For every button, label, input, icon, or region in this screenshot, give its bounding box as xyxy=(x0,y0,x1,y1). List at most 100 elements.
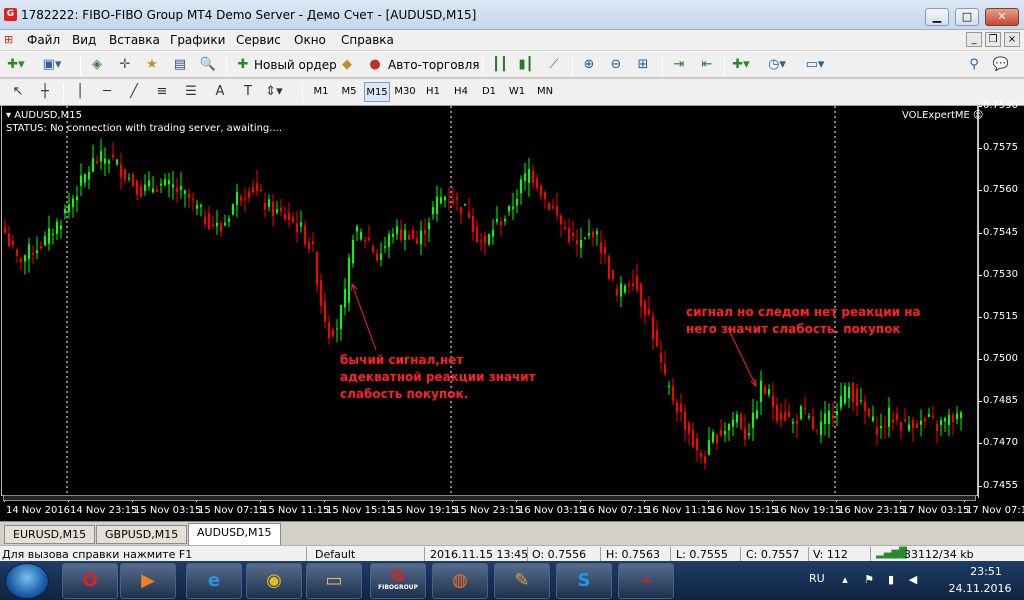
strategy-tester-icon[interactable]: 🔍 xyxy=(198,55,218,76)
market-watch-icon[interactable]: ◈ xyxy=(87,55,107,76)
fibogroup-label: FIBOGROUP xyxy=(378,584,418,591)
horizontal-line-icon[interactable]: ─ xyxy=(97,82,117,103)
file-explorer-icon[interactable]: ▭ xyxy=(306,563,362,599)
menu-tools[interactable]: Сервис xyxy=(236,33,281,47)
start-button[interactable] xyxy=(5,563,49,599)
time-tick-label: 14 Nov 23:15 xyxy=(70,505,138,516)
new-order-icon[interactable]: ✚ xyxy=(233,55,253,76)
equidistant-channel-icon[interactable]: ≡ xyxy=(152,82,172,103)
fibogroup-icon[interactable]: G FIBOGROUP xyxy=(370,563,426,599)
zoom-out-icon[interactable]: ⊖ xyxy=(606,55,626,76)
clock-time[interactable]: 23:51 xyxy=(958,565,1014,578)
time-tick-label: 16 Nov 23:15 xyxy=(838,505,906,516)
auto-trading-icon[interactable]: ● xyxy=(365,55,385,76)
show-hidden-icons-icon[interactable]: ▴ xyxy=(838,573,852,587)
timeframe-h1[interactable]: H1 xyxy=(420,82,446,102)
timeframe-m1[interactable]: M1 xyxy=(308,82,334,102)
templates-icon[interactable]: ▭▾ xyxy=(805,55,825,76)
annotation-line: сигнал но следом нет реакции на xyxy=(686,305,921,319)
data-window-icon[interactable]: ✛ xyxy=(115,55,135,76)
timeframe-m5[interactable]: M5 xyxy=(336,82,362,102)
firefox-icon[interactable]: ◍ xyxy=(432,563,488,599)
status-bar: Для вызова справки нажмите F1 Default 20… xyxy=(0,545,1024,561)
text-label-icon[interactable]: T xyxy=(238,82,258,103)
timeframe-h4[interactable]: H4 xyxy=(448,82,474,102)
timeframe-m15[interactable]: M15 xyxy=(364,82,390,102)
mdi-minimize-button[interactable]: _ xyxy=(966,32,982,47)
media-player-icon[interactable]: ▶ xyxy=(120,563,176,599)
status-volume: V: 112 xyxy=(813,548,848,561)
menu-charts[interactable]: Графики xyxy=(170,33,225,47)
pdf-reader-icon[interactable]: ⌁ xyxy=(618,563,674,599)
status-profile[interactable]: Default xyxy=(315,548,355,561)
ea-smiley-icon: ☺ xyxy=(973,110,984,121)
terminal-icon[interactable]: ▤ xyxy=(170,55,190,76)
chart-shift-icon[interactable]: ⇤ xyxy=(697,55,717,76)
menu-view[interactable]: Вид xyxy=(72,33,96,47)
candlestick-chart-icon[interactable]: ▮┃ xyxy=(516,55,536,76)
annotation-line: бычий сигнал,нет xyxy=(340,353,464,367)
tab-eurusd[interactable]: EURUSD,M15 xyxy=(4,525,96,544)
chart-window[interactable]: 0.7590 0.7575 0.7560 0.7545 0.7530 0.7515 0.75… xyxy=(0,100,1024,521)
close-button[interactable]: ✕ xyxy=(985,8,1019,26)
chart-tabs-bar: EURUSD,M15 GBPUSD,M15 AUDUSD,M15 xyxy=(0,521,1024,545)
status-high: H: 0.7563 xyxy=(606,548,660,561)
menu-help[interactable]: Справка xyxy=(341,33,394,47)
new-order-button[interactable]: Новый ордер xyxy=(254,58,337,72)
tab-audusd[interactable]: AUDUSD,M15 xyxy=(188,523,281,545)
arrows-icon[interactable]: ⇕▾ xyxy=(264,82,284,103)
zoom-in-icon[interactable]: ⊕ xyxy=(579,55,599,76)
volume-icon[interactable]: ◀ xyxy=(906,573,920,587)
toolbar-separator xyxy=(302,83,303,102)
chrome-icon[interactable]: ◉ xyxy=(246,563,302,599)
chart-symbol-text: AUDUSD,M15 xyxy=(14,110,82,121)
opera-icon[interactable]: O xyxy=(62,563,118,599)
toolbar-separator xyxy=(662,56,663,75)
bar-chart-icon[interactable]: ┃┃ xyxy=(490,55,510,76)
profiles-icon[interactable]: ▣▾ xyxy=(42,55,62,76)
toolbar-separator xyxy=(80,56,81,75)
trendline-icon[interactable]: ╱ xyxy=(124,82,144,103)
paint-icon[interactable]: ✎ xyxy=(494,563,550,599)
internet-explorer-icon[interactable]: e xyxy=(186,563,242,599)
time-tick-label: 16 Nov 11:15 xyxy=(646,505,714,516)
auto-trading-button[interactable]: Авто-торговля xyxy=(388,58,480,72)
navigator-icon[interactable]: ★ xyxy=(142,55,162,76)
timeframe-mn[interactable]: MN xyxy=(532,82,558,102)
clock-date[interactable]: 24.11.2016 xyxy=(944,582,1016,595)
tile-windows-icon[interactable]: ⊞ xyxy=(633,55,653,76)
mdi-restore-button[interactable]: ❐ xyxy=(985,32,1001,47)
maximize-button[interactable]: □ xyxy=(955,8,979,26)
timeframe-d1[interactable]: D1 xyxy=(476,82,502,102)
search-icon[interactable]: ⚲ xyxy=(964,55,984,76)
menu-insert[interactable]: Вставка xyxy=(109,33,160,47)
price-tick-label: 0.7485 xyxy=(983,395,1018,407)
menu-file[interactable]: Файл xyxy=(27,33,60,47)
chart-scrollbar[interactable] xyxy=(3,495,976,501)
skype-icon[interactable]: S xyxy=(556,563,612,599)
status-separator xyxy=(600,547,601,561)
timeframe-m30[interactable]: M30 xyxy=(392,82,418,102)
flag-icon[interactable]: ⚑ xyxy=(862,573,876,587)
child-window-icon[interactable]: ⊞ xyxy=(4,33,13,46)
annotation-line: адекватной реакции значит xyxy=(340,370,536,384)
meta-editor-icon[interactable]: ◆ xyxy=(337,55,357,76)
crosshair-icon[interactable]: ┼ xyxy=(35,82,55,103)
periods-clock-icon[interactable]: ◷▾ xyxy=(767,55,787,76)
auto-scroll-icon[interactable]: ⇥ xyxy=(669,55,689,76)
chat-icon[interactable]: 💬 xyxy=(991,55,1011,76)
menu-window[interactable]: Окно xyxy=(294,33,326,47)
fibonacci-icon[interactable]: ☰ xyxy=(181,82,201,103)
mdi-close-button[interactable]: × xyxy=(1004,32,1020,47)
tab-gbpusd[interactable]: GBPUSD,M15 xyxy=(96,525,188,544)
vertical-line-icon[interactable]: │ xyxy=(70,82,90,103)
text-icon[interactable]: A xyxy=(210,82,230,103)
language-indicator[interactable]: RU xyxy=(809,572,825,585)
network-icon[interactable]: ▮ xyxy=(884,573,898,587)
minimize-button[interactable]: ▁ xyxy=(925,8,949,26)
line-chart-icon[interactable]: ⟋ xyxy=(544,55,564,76)
indicators-icon[interactable]: ✚▾ xyxy=(731,55,751,76)
cursor-icon[interactable]: ↖ xyxy=(8,82,28,103)
timeframe-w1[interactable]: W1 xyxy=(504,82,530,102)
new-chart-icon[interactable]: ✚▾ xyxy=(6,55,26,76)
